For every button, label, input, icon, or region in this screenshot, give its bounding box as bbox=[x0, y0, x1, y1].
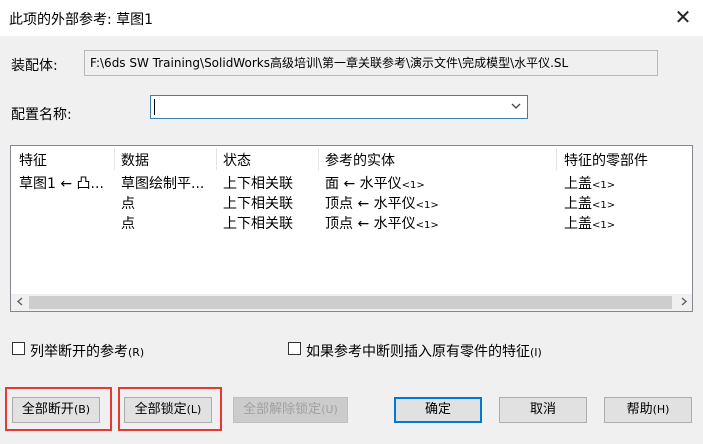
close-icon[interactable]: ✕ bbox=[670, 4, 696, 30]
ok-button[interactable]: 确定 bbox=[394, 397, 482, 423]
chevron-down-icon[interactable] bbox=[511, 100, 521, 113]
config-label: 配置名称: bbox=[11, 107, 72, 123]
column-separator[interactable] bbox=[556, 148, 557, 170]
column-separator[interactable] bbox=[318, 148, 319, 170]
references-list[interactable]: 特征 数据 状态 参考的实体 特征的零部件 草图1 ← 凸... 草图绘制平..… bbox=[10, 145, 693, 312]
assembly-label: 装配体: bbox=[11, 58, 58, 74]
cell-status: 上下相关联 bbox=[223, 216, 293, 232]
column-separator[interactable] bbox=[216, 148, 217, 170]
cell-status: 上下相关联 bbox=[223, 176, 293, 192]
text-caret bbox=[154, 99, 155, 115]
scroll-right-icon[interactable] bbox=[675, 294, 692, 311]
column-header-status[interactable]: 状态 bbox=[223, 150, 251, 170]
cell-entity: 面 ← 水平仪<1> bbox=[325, 176, 425, 192]
list-broken-checkbox[interactable] bbox=[12, 342, 25, 355]
cell-data: 点 bbox=[121, 216, 135, 232]
cell-component: 上盖<1> bbox=[564, 216, 616, 232]
cell-feature: 草图1 ← 凸... bbox=[19, 176, 104, 192]
window-title: 此项的外部参考: 草图1 bbox=[9, 12, 154, 28]
column-header-entity[interactable]: 参考的实体 bbox=[325, 150, 395, 170]
column-header-data[interactable]: 数据 bbox=[121, 150, 149, 170]
cell-component: 上盖<1> bbox=[564, 176, 616, 192]
assembly-path-field: F:\6ds SW Training\SolidWorks高级培训\第一章关联参… bbox=[84, 50, 658, 76]
cell-component: 上盖<1> bbox=[564, 196, 616, 212]
horizontal-scrollbar[interactable] bbox=[11, 294, 692, 311]
unlock-all-button[interactable]: 全部解除锁定(U) bbox=[233, 397, 348, 423]
cell-status: 上下相关联 bbox=[223, 196, 293, 212]
column-header-component[interactable]: 特征的零部件 bbox=[564, 150, 648, 170]
scroll-left-icon[interactable] bbox=[11, 294, 28, 311]
help-button[interactable]: 帮助(H) bbox=[604, 397, 692, 423]
list-broken-label[interactable]: 列举断开的参考(R) bbox=[30, 341, 144, 361]
cell-entity: 顶点 ← 水平仪<1> bbox=[325, 216, 439, 232]
cancel-button[interactable]: 取消 bbox=[499, 397, 587, 423]
break-all-button[interactable]: 全部断开(B) bbox=[12, 397, 100, 423]
scrollbar-thumb[interactable] bbox=[29, 296, 672, 309]
cell-data: 草图绘制平... bbox=[121, 176, 205, 192]
insert-original-label[interactable]: 如果参考中断则插入原有零件的特征(I) bbox=[306, 341, 542, 361]
insert-original-checkbox[interactable] bbox=[288, 342, 301, 355]
config-combobox[interactable] bbox=[150, 95, 528, 119]
cell-data: 点 bbox=[121, 196, 135, 212]
lock-all-button[interactable]: 全部锁定(L) bbox=[124, 397, 212, 423]
cell-entity: 顶点 ← 水平仪<1> bbox=[325, 196, 439, 212]
column-header-feature[interactable]: 特征 bbox=[19, 150, 47, 170]
column-separator[interactable] bbox=[114, 148, 115, 170]
